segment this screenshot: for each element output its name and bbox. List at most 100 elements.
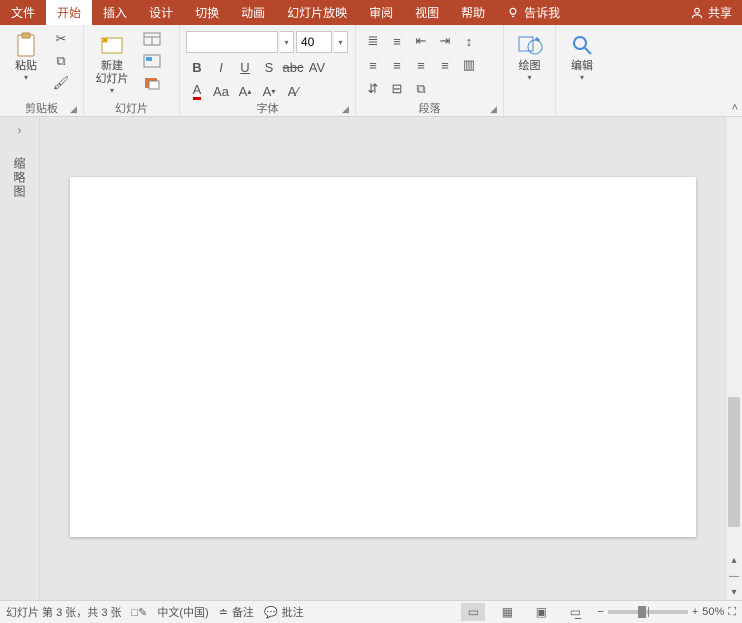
strikethrough-button[interactable]: abc: [282, 57, 304, 77]
layout-button[interactable]: [138, 29, 166, 49]
shrink-font-button[interactable]: A▾: [258, 81, 280, 101]
copy-button[interactable]: ⧉: [50, 51, 72, 71]
shapes-icon: [516, 31, 544, 59]
menu-bar: 文件 开始 插入 设计 切换 动画 幻灯片放映 审阅 视图 帮助 告诉我 共享: [0, 0, 742, 25]
italic-button[interactable]: I: [210, 57, 232, 77]
numbering-button[interactable]: ≡: [386, 31, 408, 51]
fit-window-button[interactable]: ⛶: [728, 606, 736, 619]
comments-button[interactable]: 💬 批注: [264, 604, 304, 620]
increase-indent-button[interactable]: ⇥: [434, 31, 456, 51]
editing-button[interactable]: 编辑 ▾: [562, 29, 602, 82]
format-painter-button[interactable]: 🖌: [50, 73, 72, 93]
slide-counter[interactable]: 幻灯片 第 3 张，共 3 张: [6, 604, 122, 620]
search-icon: [568, 31, 596, 59]
justify-icon: ≡: [441, 58, 449, 73]
font-launcher[interactable]: ◢: [342, 104, 352, 114]
thumbnails-label: 缩略图: [11, 157, 28, 199]
clipboard-launcher[interactable]: ◢: [70, 104, 80, 114]
align-center-icon: ≡: [393, 58, 401, 73]
text-direction-button[interactable]: ⇵: [362, 79, 384, 99]
group-font-label: 字体: [180, 100, 355, 115]
slideshow-view-button[interactable]: ▭̲: [563, 603, 587, 621]
vertical-scrollbar[interactable]: ▴ — ▾: [725, 117, 742, 600]
clear-format-button[interactable]: A⁄: [282, 81, 304, 101]
paste-button[interactable]: 粘贴 ▾: [6, 29, 46, 82]
group-font: ▾ ▾ B I U S abc A͏V A Aa A▴ A▾ A⁄ 字体 ◢: [180, 25, 356, 116]
outdent-icon: ⇤: [416, 33, 427, 49]
tell-me[interactable]: 告诉我: [496, 0, 570, 25]
sorter-view-icon: ▦: [502, 605, 513, 619]
group-slides-label: 幻灯片: [84, 100, 179, 115]
align-left-button[interactable]: ≡: [362, 55, 384, 75]
next-slide-button[interactable]: ▾: [726, 584, 742, 600]
paragraph-launcher[interactable]: ◢: [490, 104, 500, 114]
spellcheck-icon: □✎: [132, 606, 148, 619]
status-bar: 幻灯片 第 3 张，共 3 张 □✎ 中文(中国) ≐ 备注 💬 批注 ▭ ▦ …: [0, 600, 742, 623]
sorter-view-button[interactable]: ▦: [495, 603, 519, 621]
zoom-handle[interactable]: [638, 606, 646, 618]
zoom-percent[interactable]: 50%: [702, 606, 724, 618]
tab-file[interactable]: 文件: [0, 0, 46, 25]
drawing-label: 绘图: [519, 60, 541, 73]
new-slide-button[interactable]: 新建 幻灯片 ▾: [90, 29, 134, 95]
shadow-button[interactable]: S: [258, 57, 280, 77]
comment-icon: 💬: [264, 606, 278, 619]
zoom-in-button[interactable]: +: [692, 606, 698, 618]
reset-button[interactable]: [138, 51, 166, 71]
notes-button[interactable]: ≐ 备注: [219, 604, 254, 620]
font-name-dropdown[interactable]: ▾: [280, 31, 294, 53]
reading-view-icon: ▣: [536, 605, 547, 619]
change-case-button[interactable]: Aa: [210, 81, 232, 101]
bold-button[interactable]: B: [186, 57, 208, 77]
expand-thumbnails-button[interactable]: ›: [18, 125, 22, 137]
new-slide-icon: [98, 31, 126, 59]
font-size-input[interactable]: [296, 31, 332, 53]
normal-view-button[interactable]: ▭: [461, 603, 485, 621]
smartart-button[interactable]: ⧉: [410, 79, 432, 99]
spellcheck-button[interactable]: □✎: [132, 606, 148, 619]
zoom-slider[interactable]: [608, 610, 688, 614]
language-button[interactable]: 中文(中国): [157, 604, 208, 620]
cut-button[interactable]: ✂: [50, 29, 72, 49]
editing-label: 编辑: [571, 60, 593, 73]
justify-button[interactable]: ≡: [434, 55, 456, 75]
tab-home[interactable]: 开始: [46, 0, 92, 25]
slideshow-icon: ▭̲: [570, 605, 581, 619]
tab-insert[interactable]: 插入: [92, 0, 138, 25]
align-right-button[interactable]: ≡: [410, 55, 432, 75]
tab-help[interactable]: 帮助: [450, 0, 496, 25]
align-center-button[interactable]: ≡: [386, 55, 408, 75]
tab-slideshow[interactable]: 幻灯片放映: [276, 0, 358, 25]
group-slides: 新建 幻灯片 ▾ 幻灯片: [84, 25, 180, 116]
font-color-icon: A: [193, 82, 202, 100]
align-text-button[interactable]: ⊟: [386, 79, 408, 99]
tab-animations[interactable]: 动画: [230, 0, 276, 25]
reading-view-button[interactable]: ▣: [529, 603, 553, 621]
section-button[interactable]: [138, 73, 166, 93]
zoom-out-button[interactable]: −: [597, 606, 603, 618]
chevron-down-icon: ▾: [580, 73, 584, 82]
drawing-button[interactable]: 绘图 ▾: [510, 29, 549, 82]
char-spacing-button[interactable]: A͏V: [306, 57, 328, 77]
columns-button[interactable]: ▥: [458, 55, 480, 75]
bullets-button[interactable]: ≣: [362, 31, 384, 51]
line-spacing-button[interactable]: ↕: [458, 31, 480, 51]
decrease-indent-button[interactable]: ⇤: [410, 31, 432, 51]
tab-review[interactable]: 审阅: [358, 0, 404, 25]
prev-slide-button[interactable]: ▴: [726, 552, 742, 568]
font-size-dropdown[interactable]: ▾: [334, 31, 348, 53]
tab-transitions[interactable]: 切换: [184, 0, 230, 25]
collapse-ribbon-button[interactable]: ˄: [732, 102, 738, 114]
font-name-input[interactable]: [186, 31, 278, 53]
scrollbar-thumb[interactable]: [728, 397, 740, 527]
slide[interactable]: [70, 177, 696, 537]
scissors-icon: ✂: [56, 31, 67, 47]
underline-button[interactable]: U: [234, 57, 256, 77]
group-paragraph-label: 段落: [356, 100, 503, 115]
grow-font-button[interactable]: A▴: [234, 81, 256, 101]
section-icon: [143, 76, 161, 90]
share-button[interactable]: 共享: [680, 0, 742, 25]
tab-view[interactable]: 视图: [404, 0, 450, 25]
tab-design[interactable]: 设计: [138, 0, 184, 25]
font-color-button[interactable]: A: [186, 81, 208, 101]
